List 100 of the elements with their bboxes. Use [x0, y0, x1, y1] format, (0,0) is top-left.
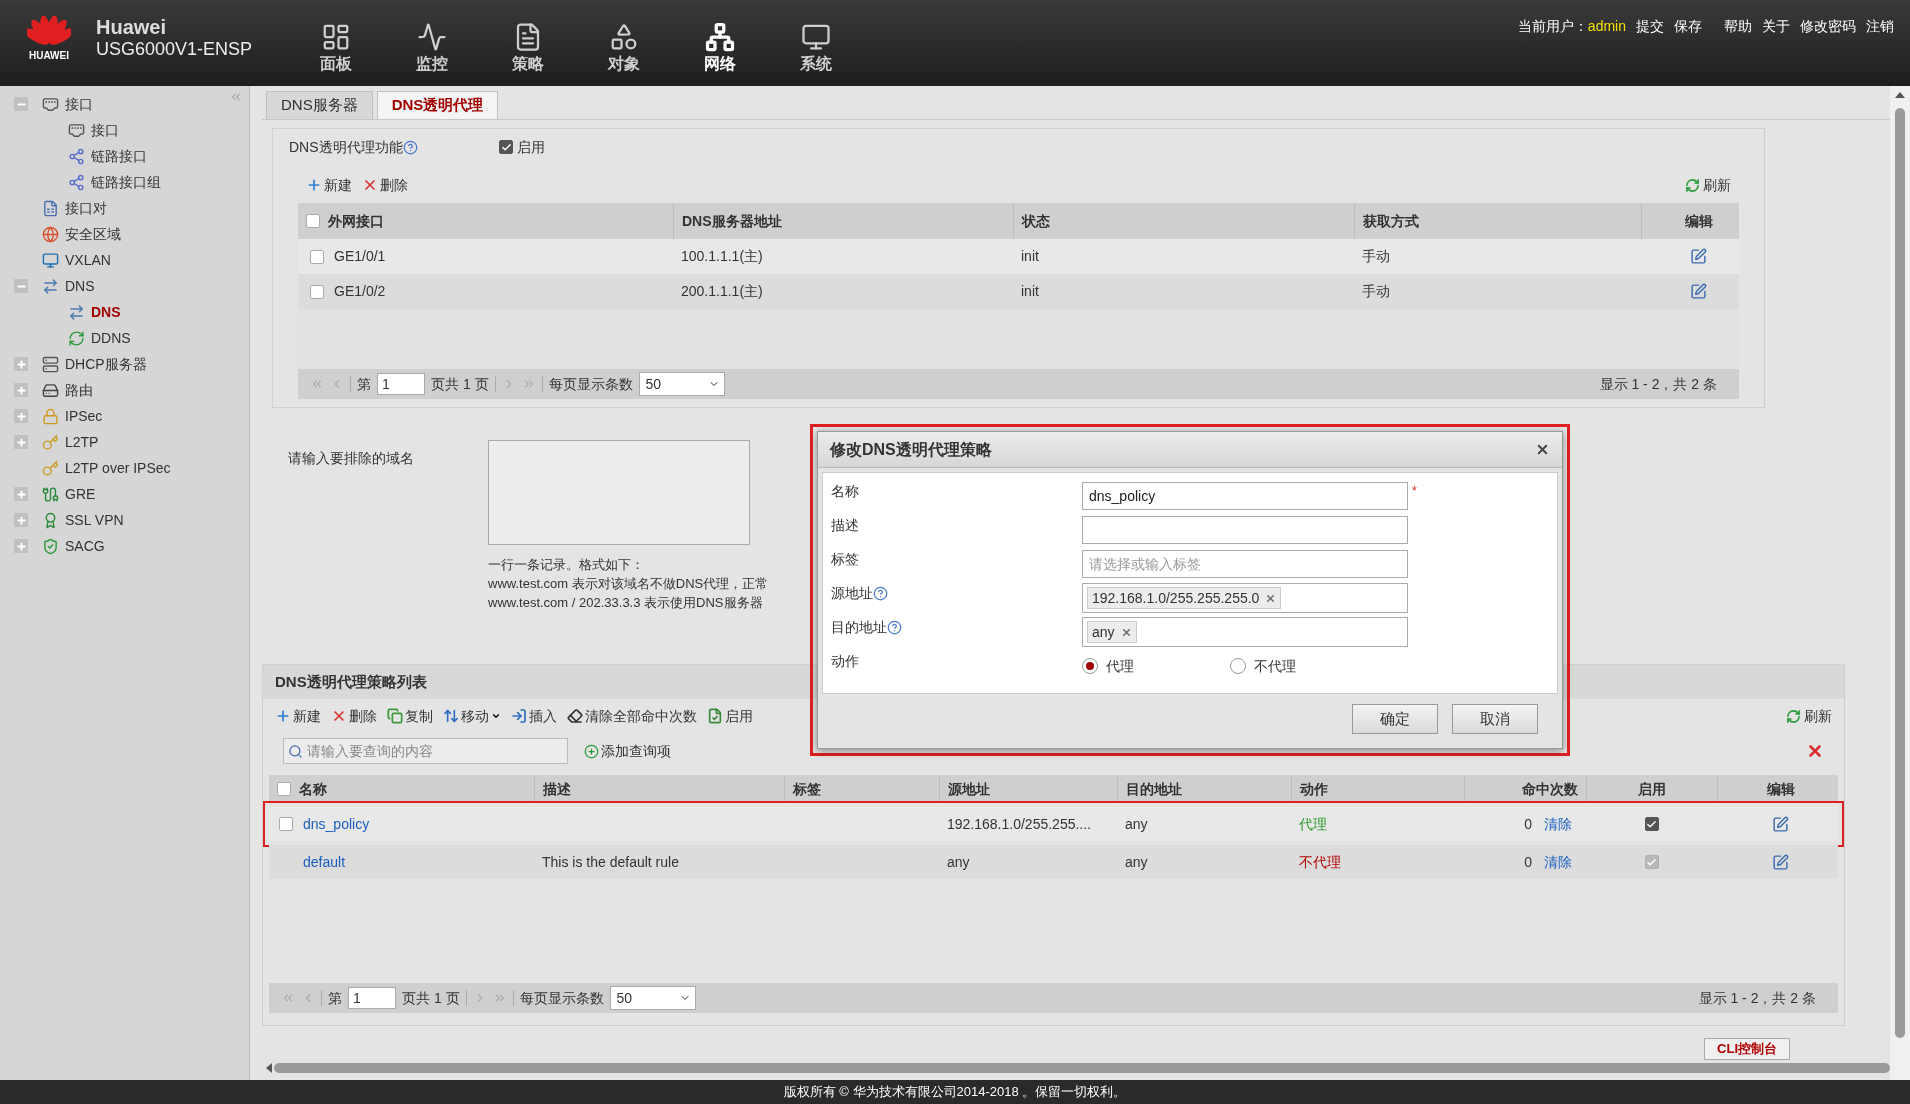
checkbox[interactable]: [279, 817, 293, 831]
expand-icon[interactable]: [14, 487, 28, 501]
tree-item[interactable]: DHCP服务器: [65, 353, 147, 375]
text-field[interactable]: [1082, 516, 1408, 544]
tree-item[interactable]: SSL VPN: [65, 509, 124, 531]
toolbar-button[interactable]: 清除全部命中次数: [585, 705, 697, 727]
help-icon[interactable]: [873, 586, 888, 601]
collapse-sidebar-icon[interactable]: [229, 90, 243, 104]
refresh-button[interactable]: 刷新: [1804, 705, 1832, 727]
tree-item[interactable]: L2TP over IPSec: [65, 457, 171, 479]
toolbar-button[interactable]: 删除: [380, 174, 408, 196]
checkbox[interactable]: [277, 782, 291, 796]
toolbar-button[interactable]: 插入: [529, 705, 557, 727]
tree-item[interactable]: IPSec: [65, 405, 103, 427]
clear-search-icon[interactable]: [1806, 742, 1824, 760]
nav-tab[interactable]: 策略: [480, 22, 577, 76]
header-link[interactable]: 保存: [1674, 16, 1702, 37]
remove-icon[interactable]: [1265, 592, 1277, 604]
tree-item[interactable]: 链路接口: [91, 145, 147, 167]
cli-console-button[interactable]: CLI控制台: [1704, 1038, 1790, 1060]
per-page-select[interactable]: 50: [638, 372, 725, 396]
policy-link[interactable]: dns_policy: [303, 813, 370, 835]
add-query-button[interactable]: 添加查询项: [601, 740, 671, 762]
header-link[interactable]: 修改密码: [1800, 16, 1856, 37]
expand-icon[interactable]: [14, 383, 28, 397]
insert-icon[interactable]: [511, 708, 527, 724]
tree-item[interactable]: SACG: [65, 535, 105, 557]
tree-item[interactable]: 接口: [91, 119, 119, 141]
close-icon[interactable]: [1535, 442, 1550, 457]
text-field[interactable]: dns_policy: [1082, 482, 1408, 510]
toolbar-button[interactable]: 新建: [293, 705, 321, 727]
tree-item[interactable]: 安全区域: [65, 223, 121, 245]
tree-item[interactable]: GRE: [65, 483, 96, 505]
delete-icon[interactable]: [362, 177, 378, 193]
tab[interactable]: DNS服务器: [266, 91, 373, 119]
header-link[interactable]: 注销: [1866, 16, 1894, 37]
nav-tab[interactable]: 监控: [384, 22, 481, 76]
address-field[interactable]: 192.168.1.0/255.255.255.0: [1082, 583, 1408, 613]
help-icon[interactable]: [887, 620, 902, 635]
nav-tab[interactable]: 系统: [768, 22, 865, 76]
refresh-button[interactable]: 刷新: [1703, 174, 1731, 196]
header-link[interactable]: 帮助: [1724, 16, 1752, 37]
policy-row[interactable]: dns_policy 192.168.1.0/255.255.... any 代理 0 清除: [269, 807, 1838, 841]
tree-item[interactable]: 链路接口组: [91, 171, 161, 193]
plus-icon[interactable]: [306, 177, 322, 193]
tree-item[interactable]: L2TP: [65, 431, 99, 453]
radio-button[interactable]: [1082, 658, 1098, 674]
nav-tab[interactable]: 网络: [672, 22, 769, 76]
nav-tab[interactable]: 面板: [288, 22, 385, 76]
edit-icon[interactable]: [1690, 248, 1707, 265]
toolbar-button[interactable]: 移动: [461, 705, 489, 727]
tree-item[interactable]: 接口对: [65, 197, 107, 219]
checkbox[interactable]: [499, 140, 513, 154]
tree-item[interactable]: 接口: [65, 93, 93, 115]
eraser-icon[interactable]: [567, 708, 583, 724]
domain-input[interactable]: [488, 440, 750, 545]
refresh-icon[interactable]: [1685, 177, 1700, 193]
help-icon[interactable]: [402, 139, 418, 155]
tab[interactable]: DNS透明代理: [376, 91, 499, 119]
expand-icon[interactable]: [14, 409, 28, 423]
expand-icon[interactable]: [14, 435, 28, 449]
toolbar-button[interactable]: 删除: [349, 705, 377, 727]
tree-item[interactable]: DNS: [65, 275, 95, 297]
checkbox[interactable]: [1644, 817, 1659, 831]
clear-link[interactable]: 清除: [1544, 813, 1584, 835]
plus-icon[interactable]: [275, 708, 291, 724]
radio-button[interactable]: [1230, 658, 1246, 674]
vertical-scrollbar[interactable]: [1890, 86, 1910, 1080]
toolbar-button[interactable]: 复制: [405, 705, 433, 727]
tree-item[interactable]: DNS: [91, 301, 121, 323]
toolbar-button[interactable]: 新建: [324, 174, 352, 196]
tree-item[interactable]: DDNS: [91, 327, 131, 349]
dialog-button[interactable]: 确定: [1352, 704, 1438, 734]
header-link[interactable]: 关于: [1762, 16, 1790, 37]
header-link[interactable]: 提交: [1636, 16, 1664, 37]
checkbox[interactable]: [310, 284, 324, 299]
expand-icon[interactable]: [14, 513, 28, 527]
caret-icon[interactable]: [491, 711, 501, 721]
toolbar-button[interactable]: 启用: [725, 705, 753, 727]
edit-icon[interactable]: [1690, 283, 1707, 300]
checkbox[interactable]: [310, 249, 324, 264]
refresh-icon[interactable]: [1786, 708, 1801, 724]
checkbox[interactable]: [306, 214, 320, 228]
address-field[interactable]: any: [1082, 617, 1408, 647]
dialog-button[interactable]: 取消: [1452, 704, 1538, 734]
add-icon[interactable]: [584, 743, 599, 759]
copy-icon[interactable]: [387, 708, 403, 724]
per-page-select[interactable]: 50: [609, 986, 696, 1010]
nav-tab[interactable]: 对象: [576, 22, 673, 76]
page-field[interactable]: 1: [377, 373, 425, 395]
move-icon[interactable]: [443, 708, 459, 724]
collapse-icon[interactable]: [14, 97, 28, 111]
tree-item[interactable]: VXLAN: [65, 249, 111, 271]
tree-item[interactable]: 路由: [65, 379, 93, 401]
delete-icon[interactable]: [331, 708, 347, 724]
expand-icon[interactable]: [14, 539, 28, 553]
expand-icon[interactable]: [14, 357, 28, 371]
remove-icon[interactable]: [1120, 626, 1132, 638]
edit-icon[interactable]: [1772, 815, 1789, 833]
collapse-icon[interactable]: [14, 279, 28, 293]
